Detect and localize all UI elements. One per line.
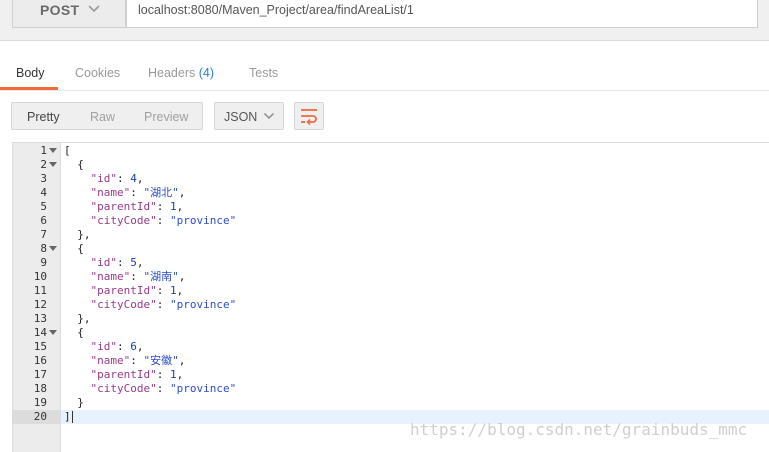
chevron-down-icon [88,5,100,13]
line-number: 8 [40,242,47,255]
watermark: https://blog.csdn.net/grainbuds_mmc [410,420,748,439]
gutter-divider [60,143,61,452]
line-number: 19 [33,396,47,409]
pretty-button[interactable]: Pretty [27,110,60,124]
code-line: } [64,396,84,409]
code-line: { [64,158,84,171]
raw-button[interactable]: Raw [90,110,115,124]
format-label: JSON [224,110,258,124]
line-number: 11 [33,284,47,297]
code-line: [ [64,144,71,157]
code-line: "cityCode": "province" [90,214,237,227]
line-number: 17 [33,368,47,381]
fold-arrow-icon[interactable] [49,246,57,252]
code-line: "cityCode": "province" [90,382,237,395]
line-number: 6 [40,214,47,227]
line-number: 4 [40,186,47,199]
tab-body[interactable]: Body [16,66,45,80]
code-line: "parentId": 1, [90,200,184,213]
request-bar: POST localhost:8080/Maven_Project/area/f… [0,0,769,41]
code-line: "id": 4, [90,172,144,185]
line-number: 5 [40,200,47,213]
active-tab-indicator [0,87,58,90]
url-input[interactable]: localhost:8080/Maven_Project/area/findAr… [126,0,758,28]
code-line: }, [64,312,91,325]
method-label: POST [40,2,80,18]
line-number: 14 [33,326,47,339]
code-line: "id": 6, [90,340,144,353]
code-line: "parentId": 1, [90,368,184,381]
code-line: "cityCode": "province" [90,298,237,311]
tab-headers[interactable]: Headers (4) [148,66,214,80]
line-number: 10 [33,270,47,283]
line-number: 1 [40,144,47,157]
code-line: "name": "湖南", [90,270,186,283]
line-number: 15 [33,340,47,353]
code-line: "name": "安徽", [90,354,186,367]
line-number: 9 [40,256,47,269]
line-number: 16 [33,354,47,367]
code-line: "name": "湖北", [90,186,186,199]
line-number: 3 [40,172,47,185]
fold-arrow-icon[interactable] [49,148,57,154]
preview-button[interactable]: Preview [144,110,188,124]
chevron-down-icon [263,112,275,120]
tab-cookies[interactable]: Cookies [75,66,120,80]
code-line: "parentId": 1, [90,284,184,297]
code-line: { [64,242,84,255]
line-number: 13 [33,312,47,325]
tab-headers-label: Headers [148,66,196,80]
url-text: localhost:8080/Maven_Project/area/findAr… [138,3,414,17]
wrap-lines-icon [301,109,317,125]
line-number: 2 [40,158,47,171]
line-number: 7 [40,228,47,241]
line-number: 18 [33,382,47,395]
fold-arrow-icon[interactable] [49,162,57,168]
fold-arrow-icon[interactable] [49,330,57,336]
code-line: }, [64,228,91,241]
format-select[interactable]: JSON [214,102,284,130]
tab-tests[interactable]: Tests [249,66,278,80]
response-tabs: Body Cookies Headers (4) Tests [0,50,769,91]
text-cursor [72,411,73,423]
headers-count-badge: (4) [198,66,215,80]
response-body-editor[interactable]: 1 [2 {3 "id": 4, 4 "name": "湖北", 5 "parentI… [12,142,769,452]
line-number: 12 [33,298,47,311]
code-line: { [64,326,84,339]
method-selector[interactable]: POST [12,0,126,28]
wrap-lines-button[interactable] [294,102,324,130]
line-number: 20 [33,410,47,423]
view-mode-toggle: Pretty Raw Preview [11,102,203,130]
code-line: ] [64,410,71,423]
code-line: "id": 5, [90,256,144,269]
